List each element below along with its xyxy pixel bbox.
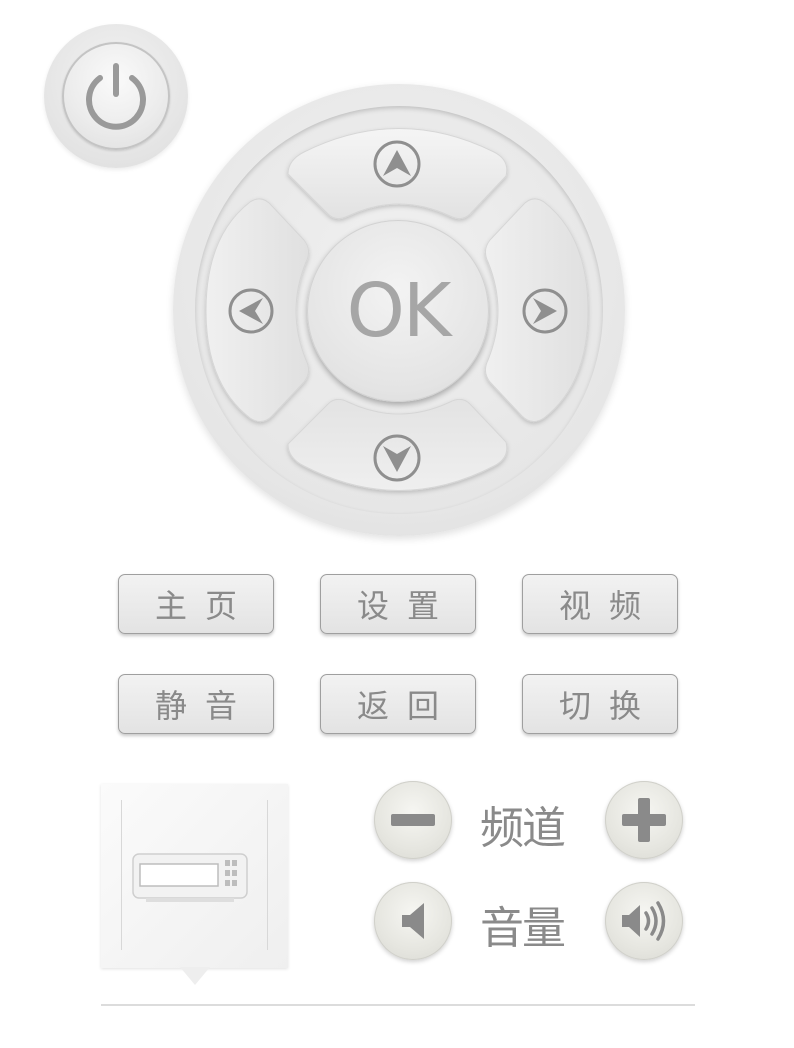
dpad-left-button[interactable] [205,198,310,422]
remote-device-icon [132,853,248,902]
dpad-down-button[interactable] [287,398,508,491]
volume-label: 音量 [480,903,566,954]
settings-button[interactable]: 设置 [320,574,476,634]
volume-up-icon [622,901,666,941]
volume-down-button[interactable] [374,882,452,960]
mute-button[interactable]: 静音 [118,674,274,734]
back-button[interactable]: 返回 [320,674,476,734]
dpad-right-button[interactable] [484,198,589,422]
channel-label: 频道 [480,803,566,854]
home-button[interactable]: 主页 [118,574,274,634]
plus-icon [622,798,666,842]
panel-pointer [180,967,210,985]
bottom-divider [101,1004,695,1006]
video-button[interactable]: 视频 [522,574,678,634]
ok-button[interactable]: OK [307,220,489,402]
switch-button[interactable]: 切换 [522,674,678,734]
channel-up-button[interactable] [605,781,683,859]
volume-up-button[interactable] [605,882,683,960]
dpad-up-button[interactable] [287,128,508,220]
volume-down-icon [402,903,424,939]
minus-icon [391,814,435,826]
channel-down-button[interactable] [374,781,452,859]
ok-label: OK [346,268,452,354]
